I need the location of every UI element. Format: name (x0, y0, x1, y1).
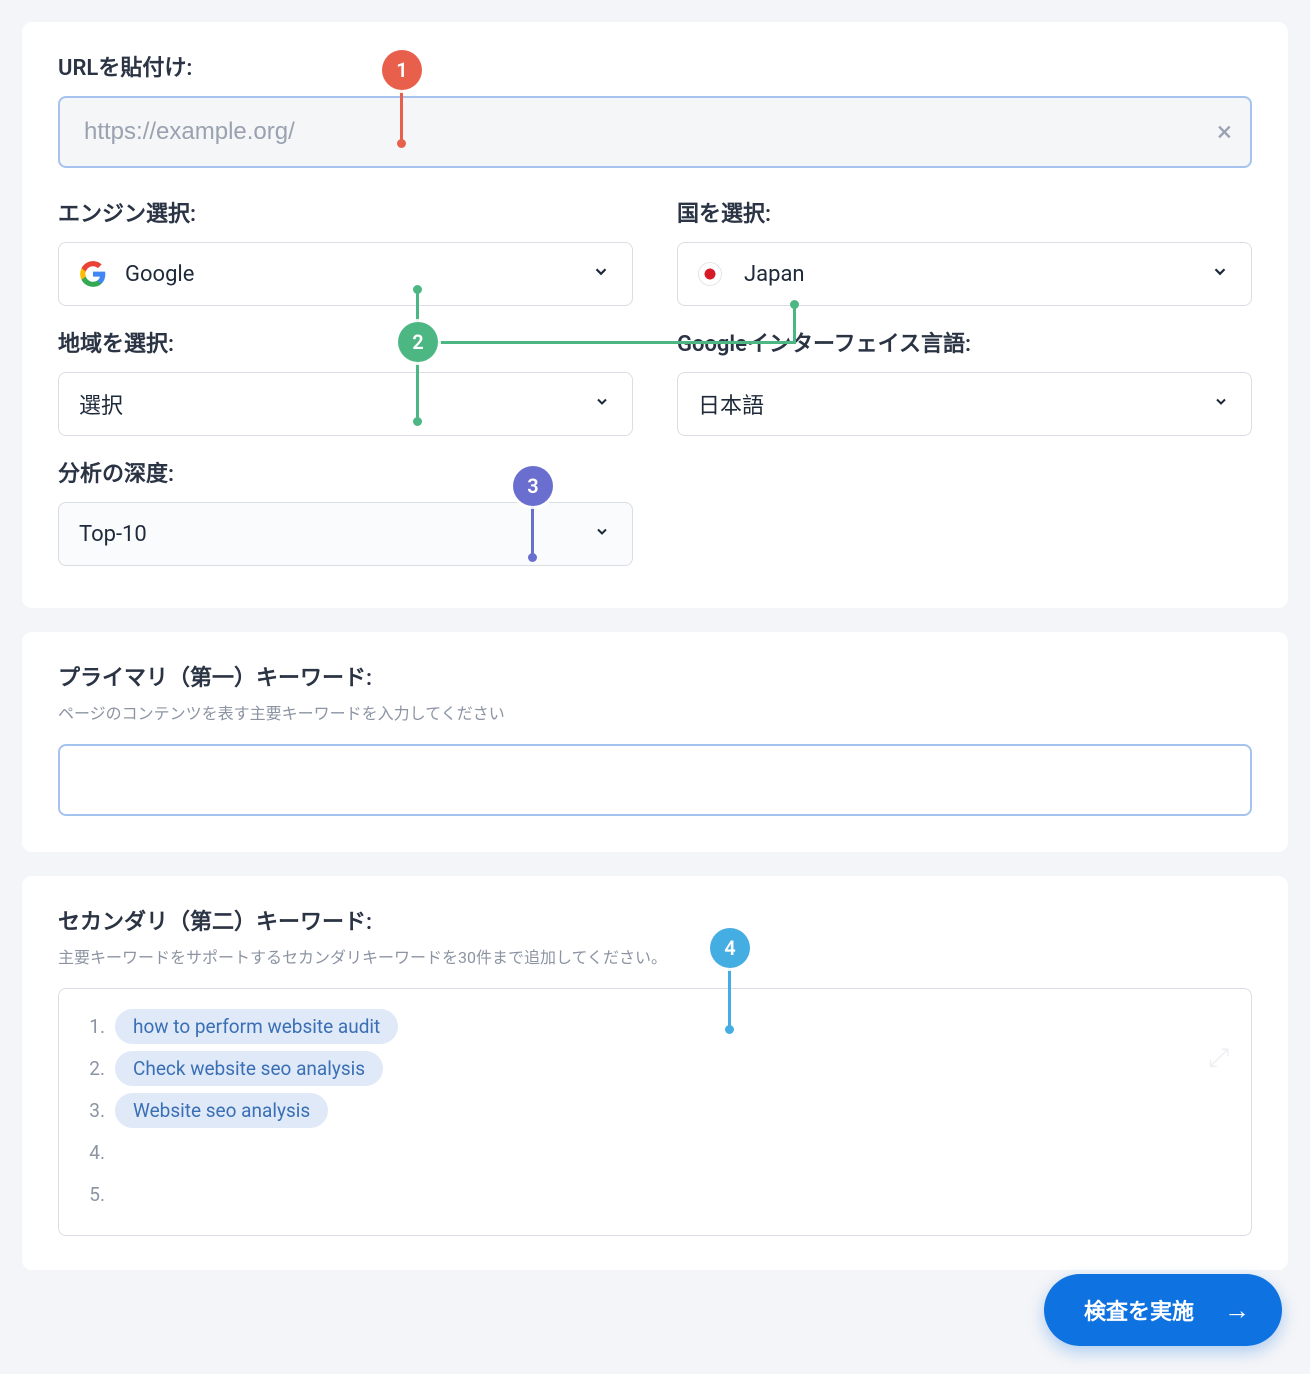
expand-icon[interactable]: ⤢ (1208, 1043, 1229, 1074)
panel-secondary-keywords: セカンダリ（第二）キーワード: 主要キーワードをサポートするセカンダリキーワード… (22, 876, 1288, 1270)
row-number: 3. (81, 1099, 105, 1122)
panel-primary-keyword: プライマリ（第一）キーワード: ページのコンテンツを表す主要キーワードを入力して… (22, 632, 1288, 852)
engine-value: Google (125, 262, 194, 287)
chevron-down-icon (1213, 394, 1229, 415)
url-input-wrap: × (58, 96, 1252, 168)
chevron-down-icon (592, 263, 610, 286)
google-icon (79, 260, 107, 288)
keyword-tag[interactable]: Check website seo analysis (115, 1051, 383, 1086)
chevron-down-icon (1211, 263, 1229, 286)
depth-value: Top-10 (79, 522, 147, 547)
interface-lang-select[interactable]: 日本語 (677, 372, 1252, 436)
url-label: URLを貼付け: (58, 50, 1252, 82)
row-number: 4. (81, 1141, 105, 1164)
callout-1-line (400, 90, 403, 144)
country-value: Japan (744, 262, 805, 287)
run-button-label: 検査を実施 (1084, 1294, 1194, 1326)
list-item: 2. Check website seo analysis (81, 1047, 1229, 1089)
chevron-down-icon (594, 524, 610, 545)
url-input[interactable] (58, 96, 1252, 168)
callout-2-line-right (438, 341, 796, 344)
secondary-keywords-box[interactable]: ⤢ 1. how to perform website audit 2. Che… (58, 988, 1252, 1236)
flag-japan-icon (698, 262, 722, 286)
region-value: 選択 (79, 388, 123, 420)
country-select[interactable]: Japan (677, 242, 1252, 306)
country-field: 国を選択: Japan (677, 196, 1252, 306)
depth-select[interactable]: Top-10 (58, 502, 633, 566)
row-number: 5. (81, 1183, 105, 1206)
callout-2-line-up (416, 289, 419, 322)
primary-keyword-input[interactable] (58, 744, 1252, 816)
depth-field: 分析の深度: Top-10 (58, 456, 633, 566)
primary-keyword-label: プライマリ（第一）キーワード: (58, 660, 1252, 692)
row-number: 1. (81, 1015, 105, 1038)
keyword-tag[interactable]: how to perform website audit (115, 1009, 398, 1044)
arrow-right-icon: → (1224, 1295, 1250, 1326)
panel-settings: URLを貼付け: × エンジン選択: Go (22, 22, 1288, 608)
primary-keyword-sublabel: ページのコンテンツを表す主要キーワードを入力してください (58, 700, 1252, 724)
page-root: URLを貼付け: × エンジン選択: Go (0, 0, 1310, 1374)
region-select[interactable]: 選択 (58, 372, 633, 436)
clear-url-icon[interactable]: × (1217, 118, 1232, 146)
run-audit-button[interactable]: 検査を実施 → (1044, 1274, 1282, 1346)
secondary-keywords-sublabel: 主要キーワードをサポートするセカンダリキーワードを30件まで追加してください。 (58, 944, 1252, 968)
callout-4-line (728, 968, 731, 1030)
interface-lang-value: 日本語 (698, 388, 764, 420)
keyword-tag[interactable]: Website seo analysis (115, 1093, 328, 1128)
engine-select[interactable]: Google (58, 242, 633, 306)
list-item: 1. how to perform website audit (81, 1005, 1229, 1047)
chevron-down-icon (594, 394, 610, 415)
callout-3-line (531, 506, 534, 558)
callout-2-line-down (416, 362, 419, 422)
engine-field: エンジン選択: Google (58, 196, 633, 306)
settings-grid: エンジン選択: Google (58, 196, 1252, 566)
list-item: 3. Website seo analysis (81, 1089, 1229, 1131)
row-number: 2. (81, 1057, 105, 1080)
list-item: 4. (81, 1131, 1229, 1173)
callout-2-line-right-up (793, 304, 796, 344)
country-label: 国を選択: (677, 196, 1252, 228)
depth-label: 分析の深度: (58, 456, 633, 488)
engine-label: エンジン選択: (58, 196, 633, 228)
list-item: 5. (81, 1173, 1229, 1215)
secondary-keywords-label: セカンダリ（第二）キーワード: (58, 904, 1252, 936)
